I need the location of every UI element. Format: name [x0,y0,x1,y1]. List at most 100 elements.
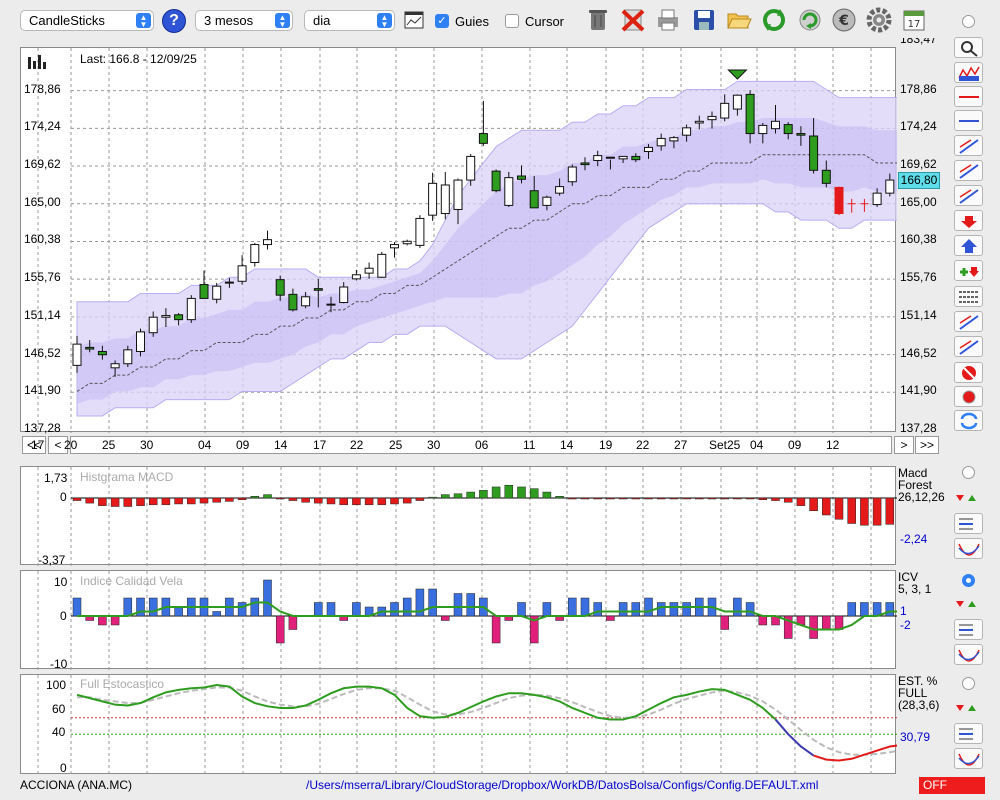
date-label: 06 [475,438,489,452]
macd-bar [771,497,780,501]
icv-bar [466,593,475,617]
price-chart-panel[interactable] [20,47,971,433]
interval-select[interactable]: dia ▲ ▼ [304,10,395,31]
range-percent-button[interactable] [954,311,983,332]
candle [428,182,438,216]
candle [199,284,209,299]
icv-y-label: -10 [50,657,68,671]
candle [885,179,895,194]
cursor-checkbox[interactable] [505,14,519,28]
macd-level-button[interactable] [954,513,983,534]
candle [110,363,120,369]
period-select[interactable]: 3 mesos ▲ ▼ [195,10,293,31]
stoch-curve-button[interactable] [954,748,983,769]
price-y-label: 178,86 [24,81,61,96]
chart-type-select[interactable]: CandleSticks ▲ ▼ [20,10,154,31]
icv-bar [669,602,679,617]
date-label: 14 [274,438,288,452]
stop-button[interactable] [954,362,983,383]
record-button[interactable] [954,386,983,407]
buy-sell-button[interactable] [954,260,983,281]
settings-gear-icon[interactable] [865,6,893,34]
icv-bar [237,602,247,617]
volume-bars-icon[interactable] [28,53,48,69]
price-y-label: 146,52 [24,345,61,360]
macd-bar [428,496,437,499]
macd-bar [402,497,412,504]
macd-bar [631,497,641,500]
date-label: 11 [523,438,536,452]
stoch-y-label: 0 [60,761,67,775]
macd-bar [834,497,844,520]
stoch-level-button[interactable] [954,723,983,744]
candle [783,124,793,135]
lines-button[interactable] [954,286,983,307]
macd-curve-button[interactable] [954,538,983,559]
macd-move-arrows-button[interactable] [954,490,984,506]
candle [326,303,336,306]
zoom-button[interactable] [954,37,983,58]
icv-bar [110,615,120,626]
fibonacci-button[interactable] [954,185,983,206]
open-folder-icon[interactable] [725,6,753,34]
reload-icon[interactable] [796,6,824,34]
level-percent-button[interactable] [954,336,983,357]
delete-icon[interactable] [619,6,647,34]
trendline-button[interactable] [954,135,983,156]
macd-title: Histgrama MACD [80,470,174,484]
macd-bar [136,497,145,506]
panel-radio-main[interactable] [962,15,975,28]
time-axis-scroll[interactable]: 17 20 25 30 04 09 14 17 22 25 30 06 11 14 19 22 27 Set25 0… [31,436,892,454]
trendline-icon [959,139,979,154]
swap-button[interactable] [954,410,983,431]
help-icon[interactable]: ? [162,9,186,33]
chart-window-icon[interactable] [404,11,424,29]
trash-icon[interactable] [584,6,612,34]
candle [809,135,819,171]
nav-next-button[interactable]: > [894,436,914,454]
price-y-label-right: 155,76 [900,270,937,285]
candle [339,286,349,304]
channel-button[interactable] [954,160,983,181]
macd-bar [707,497,717,500]
horizontal-line-blue-button[interactable] [954,110,983,131]
calendar-icon[interactable]: 17 [900,6,928,34]
candle [529,190,539,209]
panel-radio-macd[interactable] [962,466,975,479]
macd-bar [390,497,399,505]
refresh-icon[interactable] [760,6,788,34]
buy-arrow-icon [961,239,977,253]
candle [148,316,158,334]
bollinger-button[interactable] [954,62,983,83]
off-status-button[interactable]: OFF [919,777,985,794]
panel-radio-icv[interactable] [962,574,975,587]
print-icon[interactable] [654,6,682,34]
macd-bar [415,497,425,501]
icv-move-arrows-button[interactable] [954,596,984,612]
config-path-link[interactable]: /Users/mserra/Library/CloudStorage/Dropb… [306,778,818,792]
icv-level-button[interactable] [954,619,983,640]
candle [517,175,526,180]
macd-y-label: 1,73 [44,471,68,485]
horizontal-line-red-icon [959,96,979,98]
macd-bar [606,497,615,500]
buy-arrow-button[interactable] [954,235,983,256]
icv-curve-button[interactable] [954,644,983,665]
macd-bar [796,497,806,506]
icv-bar [390,602,399,617]
euro-icon[interactable]: € [830,6,858,34]
icv-bar [326,602,336,617]
horizontal-line-red-button[interactable] [954,86,983,107]
macd-bar [364,497,374,506]
candle [732,94,742,110]
macd-bar [783,497,793,503]
save-icon[interactable] [690,6,718,34]
stoch-move-arrows-button[interactable] [954,700,984,716]
sell-arrow-button[interactable] [954,210,983,231]
nav-last-button[interactable]: >> [915,436,939,454]
date-label: 04 [198,438,212,452]
guides-checkbox[interactable]: ✓ [435,14,449,28]
icv-bar [491,615,501,644]
panel-radio-stoch[interactable] [962,677,975,690]
icv-value-1: 1 [900,604,907,618]
